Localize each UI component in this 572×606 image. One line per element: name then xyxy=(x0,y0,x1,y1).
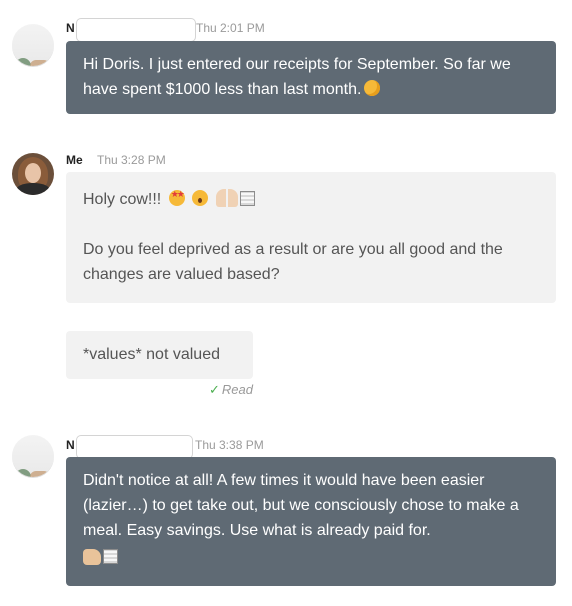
redacted-name xyxy=(76,18,196,42)
message-header: N Thu 2:01 PM xyxy=(66,18,265,42)
face-blowing-kiss-emoji-icon xyxy=(364,80,381,96)
message-bubble[interactable]: Hi Doris. I just entered our receipts fo… xyxy=(66,41,556,114)
message-text: Hi Doris. I just entered our receipts fo… xyxy=(83,56,511,98)
timestamp: Thu 3:38 PM xyxy=(195,438,264,452)
sender-name: N xyxy=(66,21,75,35)
redacted-name xyxy=(76,435,193,459)
astonished-face-emoji-icon xyxy=(192,190,209,206)
message-text-line-1: Holy cow!!! xyxy=(83,191,162,208)
message-text: Didn't notice at all! A few times it wou… xyxy=(83,472,519,539)
avatar[interactable] xyxy=(12,24,54,66)
check-icon: ✓ xyxy=(209,382,220,397)
message-text: *values* not valued xyxy=(83,346,220,363)
avatar[interactable] xyxy=(12,153,54,195)
message-bubble[interactable]: *values* not valued xyxy=(66,331,253,379)
read-receipt: ✓ Read xyxy=(209,382,253,398)
message-bubble[interactable]: Didn't notice at all! A few times it wou… xyxy=(66,457,556,586)
timestamp: Thu 3:28 PM xyxy=(97,153,166,167)
message-header: Me Thu 3:28 PM xyxy=(66,152,166,168)
unsupported-glyph-icon xyxy=(239,191,255,206)
thumbs-up-emoji-icon xyxy=(83,549,101,565)
raising-hands-emoji-icon xyxy=(215,189,238,207)
read-status: Read xyxy=(221,382,253,397)
message-text-line-2: Do you feel deprived as a result or are … xyxy=(83,241,503,283)
message-header: N Thu 3:38 PM xyxy=(66,435,264,459)
avatar[interactable] xyxy=(12,435,54,477)
message-bubble[interactable]: Holy cow!!! Do you feel deprived as a re… xyxy=(66,172,556,303)
timestamp: Thu 2:01 PM xyxy=(196,21,265,35)
sender-name: Me xyxy=(66,153,83,167)
unsupported-glyph-icon xyxy=(103,549,118,564)
star-struck-emoji-icon xyxy=(168,190,185,206)
sender-name: N xyxy=(66,438,75,452)
